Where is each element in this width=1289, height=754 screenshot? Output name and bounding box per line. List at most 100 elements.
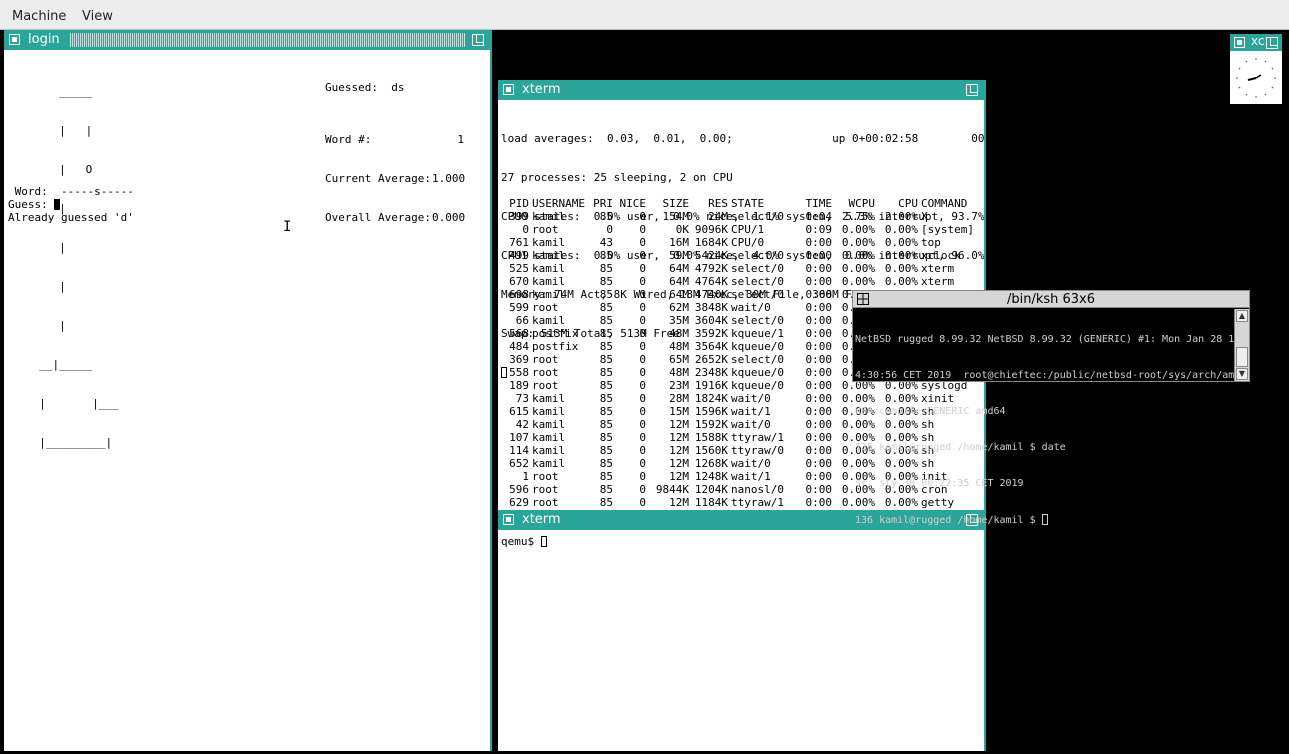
table-cell: 0:00 <box>805 431 833 444</box>
table-cell: 85 <box>599 210 613 223</box>
table-cell: kamil <box>532 392 566 405</box>
table-cell: 0:00 <box>805 236 833 249</box>
table-cell: 42 <box>515 418 529 431</box>
table-cell: 0:00 <box>805 457 833 470</box>
table-cell: 0.00% <box>884 236 918 249</box>
table-cell: 0:00 <box>805 249 833 262</box>
column-header-nice: NICE <box>619 197 647 210</box>
text-cursor <box>1041 514 1048 525</box>
table-cell: 114 <box>509 444 529 457</box>
table-cell: 12M <box>669 431 689 444</box>
scroll-thumb[interactable] <box>1236 347 1248 367</box>
menu-machine[interactable]: Machine <box>12 9 66 24</box>
table-cell: 85 <box>599 314 613 327</box>
table-cell: 3604K <box>694 314 728 327</box>
xclock-title-bar[interactable]: xc <box>1230 34 1282 51</box>
table-cell: 0 <box>639 288 646 301</box>
table-cell: 85 <box>599 301 613 314</box>
resize-icon[interactable] <box>472 34 484 46</box>
table-cell: 85 <box>599 431 613 444</box>
table-cell: kamil <box>532 288 566 301</box>
hangman-guessed: Guessed: ds <box>325 81 405 94</box>
hangman-message: Already guessed 'd' <box>8 211 134 224</box>
table-cell: 615 <box>509 405 529 418</box>
column-header-size: SIZE <box>662 197 690 210</box>
menu-bar: Machine View <box>0 0 1289 30</box>
table-cell: 35M <box>669 314 689 327</box>
table-cell: root <box>532 223 559 236</box>
table-cell: 558 <box>509 366 529 379</box>
table-cell: 0:00 <box>805 353 833 366</box>
table-cell: 0:00 <box>805 392 833 405</box>
scroll-up-icon[interactable]: ▲ <box>1236 310 1248 322</box>
table-cell: 0:00 <box>805 314 833 327</box>
table-cell: 4740K <box>694 288 728 301</box>
table-cell: 3592K <box>694 327 728 340</box>
ksh-scrollbar[interactable]: ▲ ▼ <box>1234 309 1249 381</box>
table-cell: select/0 <box>731 210 784 223</box>
top-title-bar[interactable]: xterm <box>498 80 984 100</box>
table-cell: postfix <box>532 327 579 340</box>
table-cell: xclock <box>921 249 961 262</box>
iconify-icon[interactable] <box>9 34 20 45</box>
table-cell: 154M <box>662 210 690 223</box>
table-cell: 0 <box>639 314 646 327</box>
ksh-window[interactable]: /bin/ksh 63x6 NetBSD rugged 8.99.32 NetB… <box>852 290 1250 526</box>
table-cell: 499 <box>509 249 529 262</box>
resize-icon[interactable] <box>1266 37 1278 49</box>
column-header-time: TIME <box>805 197 833 210</box>
table-cell: kamil <box>532 210 566 223</box>
qemu-prompt[interactable]: qemu$ <box>501 535 547 548</box>
table-cell: 16M <box>669 236 689 249</box>
table-cell: 85 <box>599 340 613 353</box>
login-window[interactable]: login _____ | | | O | | | | __|_____ | |… <box>4 30 492 751</box>
table-cell: 0:00 <box>805 444 833 457</box>
guess-input[interactable]: Guess: <box>8 198 61 211</box>
table-cell: 0 <box>606 223 613 236</box>
table-cell: 0 <box>639 236 646 249</box>
table-cell: 5424K <box>694 249 728 262</box>
ksh-output[interactable]: NetBSD rugged 8.99.32 NetBSD 8.99.32 (GE… <box>855 310 1234 551</box>
iconify-icon[interactable] <box>503 84 514 95</box>
table-cell: 0:00 <box>805 288 833 301</box>
table-cell: wait/0 <box>731 457 771 470</box>
table-cell: root <box>532 483 559 496</box>
table-cell: 0 <box>639 327 646 340</box>
table-cell: kqueue/1 <box>731 327 784 340</box>
hangman-stats-labels: Word #: Current Average: Overall Average… <box>325 133 431 224</box>
table-cell: 1592K <box>694 418 728 431</box>
table-cell: postfix <box>532 340 579 353</box>
table-row: 399 kamil 85 0 154M 24M select/0 0:04 2.75% 2.00%… <box>501 210 984 223</box>
table-cell: top <box>921 236 941 249</box>
menu-view[interactable]: View <box>82 9 113 24</box>
xclock-window[interactable]: xc <box>1230 34 1282 104</box>
table-cell: 85 <box>599 353 613 366</box>
hangman-gallows: _____ | | | O | | | | __|_____ | |___ |_… <box>26 85 119 449</box>
table-cell: root <box>532 366 559 379</box>
table-cell: 85 <box>599 405 613 418</box>
table-cell: wait/0 <box>731 301 771 314</box>
xclock-title: xc <box>1251 34 1265 48</box>
login-title-bar[interactable]: login <box>4 30 490 50</box>
table-cell: 0:00 <box>805 405 833 418</box>
iconify-icon[interactable] <box>1234 37 1245 48</box>
table-cell: 1588K <box>694 431 728 444</box>
resize-icon[interactable] <box>966 84 978 96</box>
table-cell: kamil <box>532 457 566 470</box>
column-header-state: STATE <box>731 197 765 210</box>
table-cell: 0 <box>639 457 646 470</box>
ksh-title-bar[interactable]: /bin/ksh 63x6 <box>853 291 1249 308</box>
scroll-down-icon[interactable]: ▼ <box>1236 368 1248 380</box>
table-cell: 85 <box>599 262 613 275</box>
table-cell: kamil <box>532 444 566 457</box>
table-cell: 0.00% <box>841 275 875 288</box>
table-cell: 698 <box>509 288 529 301</box>
table-cell: 0 <box>522 223 529 236</box>
iconify-icon[interactable] <box>503 514 514 525</box>
table-cell: wait/0 <box>731 418 771 431</box>
table-cell: 24M <box>708 210 728 223</box>
hangman-word: Word: -----s----- <box>8 185 134 198</box>
text-cursor <box>54 199 61 210</box>
table-cell: [system] <box>921 223 974 236</box>
table-cell: 12M <box>669 418 689 431</box>
